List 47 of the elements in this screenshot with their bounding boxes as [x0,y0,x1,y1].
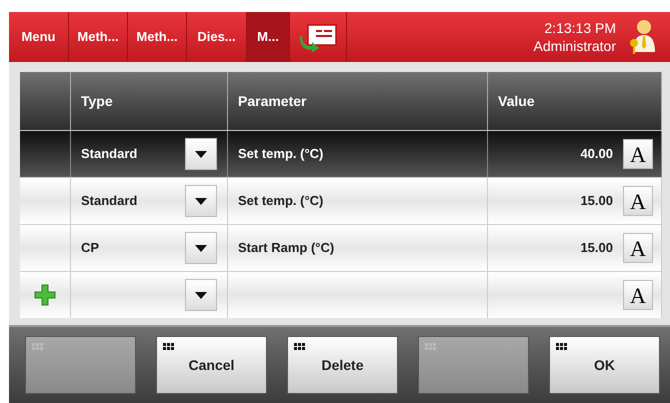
caret-icon [195,198,207,204]
grid-icon [32,343,43,350]
column-header: Parameter [228,72,488,130]
grid-icon [556,343,567,350]
dropdown-button[interactable] [185,138,217,170]
action-button[interactable]: Cancel [156,336,267,394]
type-value: CP [81,239,100,258]
card-arrow-icon [298,22,338,52]
type-value: Standard [81,192,138,210]
dropdown-button[interactable] [185,232,217,264]
letter-a-icon: A [630,184,646,218]
dropdown-button[interactable] [185,185,217,217]
add-icon[interactable] [34,284,56,306]
letter-a-icon: A [630,232,646,264]
column-header: Value [488,72,662,130]
keyboard-button[interactable]: A [623,280,653,310]
table-row[interactable]: A [20,271,662,318]
value-text: 15.00 [580,239,613,258]
table-row[interactable]: Standard Set temp. (°C) 15.00 A [20,177,662,224]
table-row[interactable]: Standard Set temp. (°C) 40.00 A [20,130,662,177]
user-key-icon[interactable] [628,18,656,56]
caret-icon [195,150,207,158]
letter-a-icon: A [630,278,646,312]
type-value: Standard [81,145,138,164]
grid-icon [163,343,174,350]
keyboard-button[interactable]: A [623,139,653,169]
keyboard-button[interactable]: A [623,233,653,263]
grid-icon [425,343,436,350]
clock-time: 2:13:13 PM [544,19,616,37]
parameter-name: Set temp. (°C) [237,192,324,210]
letter-a-icon: A [630,138,646,170]
parameter-name: Set temp. (°C) [237,145,324,164]
value-text: 40.00 [580,145,613,164]
table-row[interactable]: CP Start Ramp (°C) 15.00 A [20,224,662,271]
caret-icon [195,292,207,298]
column-header: Type [71,72,228,130]
action-button[interactable]: OK [549,336,660,394]
header-cell [20,72,71,130]
value-text: 15.00 [580,192,613,210]
caret-icon [195,244,207,252]
user-name: Administrator [534,37,616,55]
parameter-name: Start Ramp (°C) [237,239,336,258]
grid-icon [294,343,305,350]
dropdown-button[interactable] [185,279,217,311]
tab[interactable]: M... [247,12,290,62]
keyboard-button[interactable]: A [623,186,653,216]
action-button[interactable]: Delete [287,336,398,394]
